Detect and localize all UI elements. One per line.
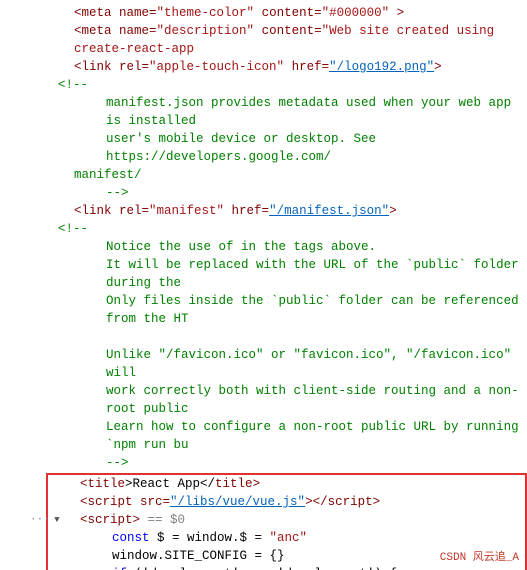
code-line: if ('development' === 'development') { xyxy=(48,565,525,570)
code-line: <title>React App</title> xyxy=(48,475,525,493)
code-line: <script src="/libs/vue/vue.js"></script> xyxy=(48,493,525,511)
code-line: ···▼<script> == $0 xyxy=(48,511,525,529)
watermark: CSDN 风云追_A xyxy=(440,548,519,564)
line-content: <link rel="manifest" href="/manifest.jso… xyxy=(58,202,397,220)
line-content: <!-- xyxy=(58,76,88,94)
line-content: --> xyxy=(58,454,129,472)
line-content: <meta name="theme-color" content="#00000… xyxy=(58,4,404,22)
line-content: Only files inside the `public` folder ca… xyxy=(58,292,527,328)
line-arrow[interactable]: ▼ xyxy=(50,511,64,529)
code-line: const $ = window.$ = "anc" xyxy=(48,529,525,547)
line-content: Notice the use of in the tags above. xyxy=(58,238,376,256)
line-content: <title>React App</title> xyxy=(64,475,260,493)
line-content: --> xyxy=(58,184,129,202)
line-content: work correctly both with client-side rou… xyxy=(58,382,527,418)
code-container: <meta name="theme-color" content="#00000… xyxy=(0,0,527,570)
line-content: <!-- xyxy=(58,220,88,238)
line-content: manifest/ xyxy=(58,166,142,184)
line-content: if ('development' === 'development') { xyxy=(64,565,397,570)
line-content: window.SITE_CONFIG = {} xyxy=(64,547,285,565)
line-content: user's mobile device or desktop. See htt… xyxy=(58,130,527,166)
line-content: <meta name="description" content="Web si… xyxy=(58,22,527,58)
line-content: Unlike "/favicon.ico" or "favicon.ico", … xyxy=(58,346,527,382)
line-content: <script src="/libs/vue/vue.js"></script> xyxy=(64,493,380,511)
line-content: Learn how to configure a non-root public… xyxy=(58,418,527,454)
line-content: manifest.json provides metadata used whe… xyxy=(58,94,527,130)
line-content: <link rel="apple-touch-icon" href="/logo… xyxy=(58,58,442,76)
line-content: It will be replaced with the URL of the … xyxy=(58,256,527,292)
editor-area: <meta name="theme-color" content="#00000… xyxy=(0,0,527,570)
line-content: <script> == $0 xyxy=(64,511,185,529)
line-content: const $ = window.$ = "anc" xyxy=(64,529,307,547)
